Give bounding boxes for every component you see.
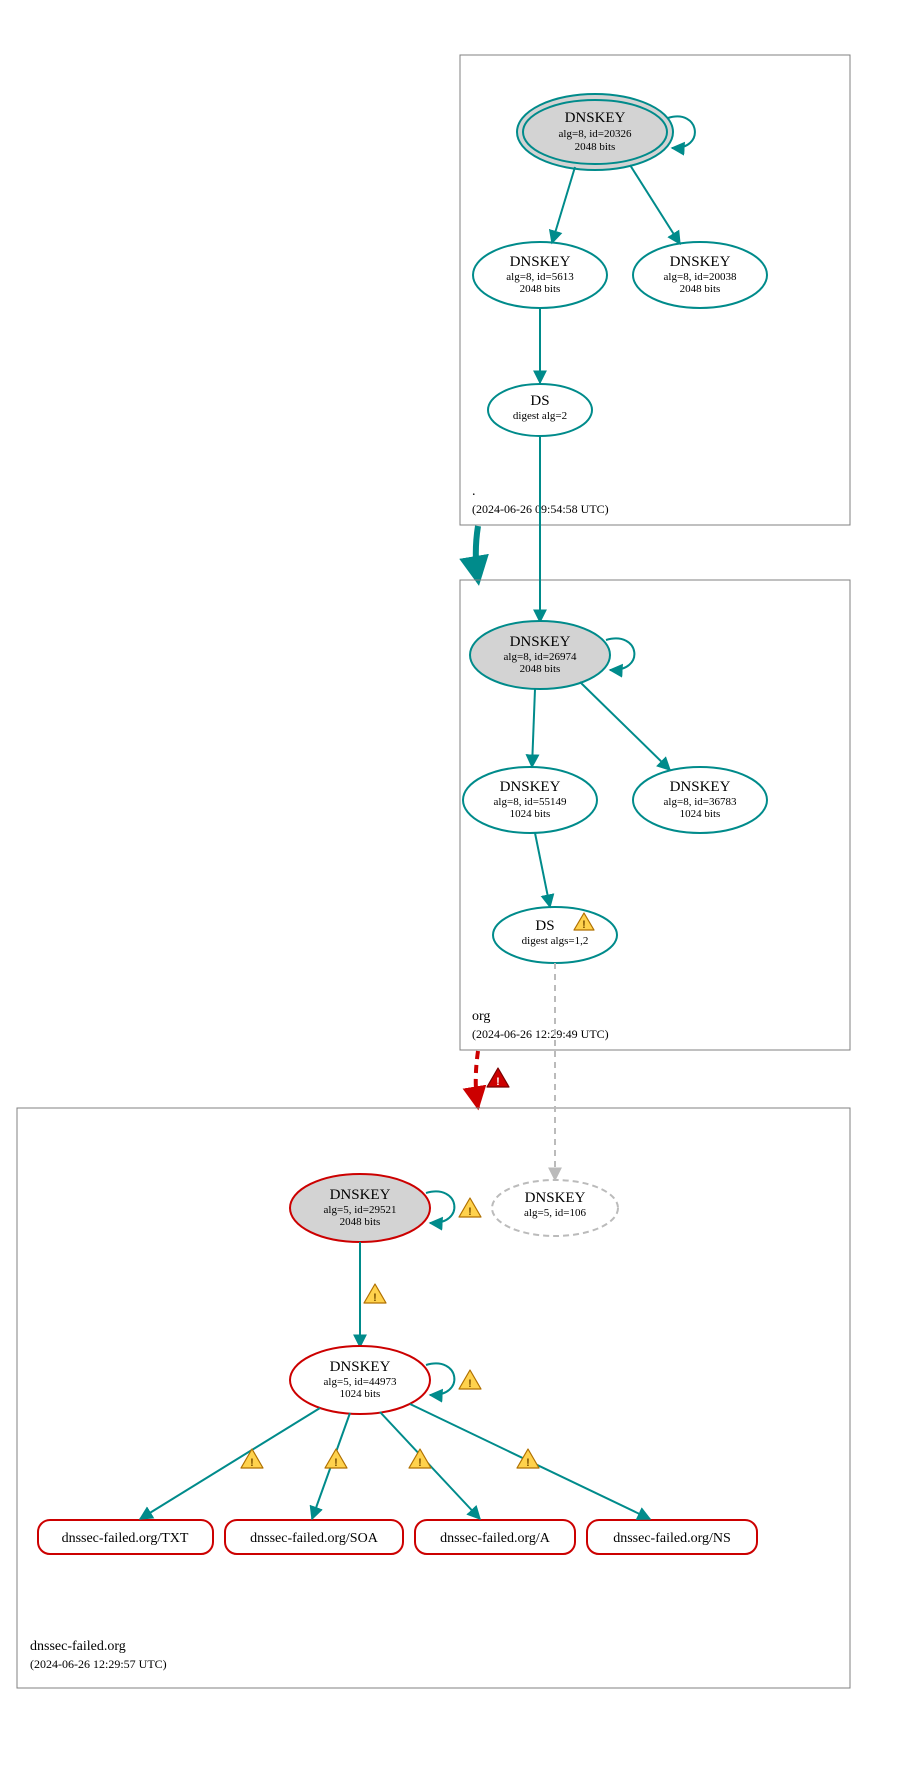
zone-failed-timestamp: (2024-06-26 12:29:57 UTC) bbox=[30, 1657, 167, 1671]
node-failed-gray: DNSKEY alg=5, id=106 bbox=[492, 1180, 618, 1236]
edge-orgksk-zsk1 bbox=[532, 689, 535, 767]
warning-icon: ! bbox=[517, 1449, 539, 1469]
node-failed-ksk: DNSKEY alg=5, id=29521 2048 bits bbox=[290, 1174, 430, 1242]
svg-text:!: ! bbox=[468, 1206, 472, 1218]
zone-org-timestamp: (2024-06-26 12:29:49 UTC) bbox=[472, 1027, 609, 1041]
warning-icon: ! bbox=[409, 1449, 431, 1469]
node-org-zsk2: DNSKEY alg=8, id=36783 1024 bits bbox=[633, 767, 767, 833]
svg-text:alg=5, id=29521: alg=5, id=29521 bbox=[324, 1204, 397, 1216]
node-root-zsk1: DNSKEY alg=8, id=5613 2048 bits bbox=[473, 242, 607, 308]
svg-text:2048 bits: 2048 bits bbox=[575, 141, 616, 153]
svg-text:DNSKEY: DNSKEY bbox=[510, 634, 571, 650]
svg-text:alg=8, id=5613: alg=8, id=5613 bbox=[506, 271, 574, 283]
edge-zsk-txt bbox=[140, 1408, 320, 1519]
warning-icon: ! bbox=[241, 1449, 263, 1469]
warning-icon: ! bbox=[364, 1284, 386, 1304]
zone-root-name: . bbox=[472, 484, 476, 499]
svg-text:alg=5, id=106: alg=5, id=106 bbox=[524, 1207, 586, 1219]
edge-orgksk-zsk2 bbox=[580, 682, 670, 770]
zone-failed-box bbox=[17, 1108, 850, 1688]
svg-text:DS: DS bbox=[530, 393, 549, 409]
zone-failed-name: dnssec-failed.org bbox=[30, 1639, 126, 1654]
svg-text:2048 bits: 2048 bits bbox=[680, 283, 721, 295]
svg-text:alg=8, id=36783: alg=8, id=36783 bbox=[664, 796, 737, 808]
rrset-ns: dnssec-failed.org/NS bbox=[587, 1520, 757, 1554]
node-org-zsk1: DNSKEY alg=8, id=55149 1024 bits bbox=[463, 767, 597, 833]
svg-text:DNSKEY: DNSKEY bbox=[670, 779, 731, 795]
rrset-a: dnssec-failed.org/A bbox=[415, 1520, 575, 1554]
svg-text:1024 bits: 1024 bits bbox=[340, 1388, 381, 1400]
warning-icon: ! bbox=[325, 1449, 347, 1469]
edge-deleg-root-org bbox=[476, 526, 478, 580]
svg-text:dnssec-failed.org/A: dnssec-failed.org/A bbox=[440, 1531, 551, 1546]
svg-text:2048 bits: 2048 bits bbox=[520, 283, 561, 295]
edge-rootksk-zsk2 bbox=[630, 165, 680, 244]
node-org-ds: DS digest algs=1,2 bbox=[493, 907, 617, 963]
svg-text:alg=8, id=55149: alg=8, id=55149 bbox=[494, 796, 567, 808]
svg-text:DS: DS bbox=[535, 918, 554, 934]
svg-text:alg=5, id=44973: alg=5, id=44973 bbox=[324, 1376, 397, 1388]
svg-text:DNSKEY: DNSKEY bbox=[565, 110, 626, 126]
svg-text:2048 bits: 2048 bits bbox=[340, 1216, 381, 1228]
svg-text:dnssec-failed.org/TXT: dnssec-failed.org/TXT bbox=[62, 1531, 189, 1546]
node-failed-zsk: DNSKEY alg=5, id=44973 1024 bits bbox=[290, 1346, 430, 1414]
svg-text:dnssec-failed.org/NS: dnssec-failed.org/NS bbox=[613, 1531, 731, 1546]
svg-text:!: ! bbox=[334, 1457, 338, 1469]
svg-text:DNSKEY: DNSKEY bbox=[525, 1190, 586, 1206]
svg-text:DNSKEY: DNSKEY bbox=[330, 1359, 391, 1375]
svg-text:!: ! bbox=[496, 1076, 500, 1088]
svg-text:!: ! bbox=[582, 919, 586, 931]
svg-text:digest algs=1,2: digest algs=1,2 bbox=[522, 935, 589, 947]
svg-text:!: ! bbox=[373, 1292, 377, 1304]
svg-text:1024 bits: 1024 bits bbox=[680, 808, 721, 820]
svg-text:digest alg=2: digest alg=2 bbox=[513, 410, 567, 422]
edge-orgzsk1-ds bbox=[535, 833, 550, 907]
rrset-soa: dnssec-failed.org/SOA bbox=[225, 1520, 403, 1554]
svg-text:!: ! bbox=[468, 1378, 472, 1390]
error-icon: ! bbox=[487, 1068, 509, 1088]
node-org-ksk: DNSKEY alg=8, id=26974 2048 bits bbox=[470, 621, 610, 689]
svg-text:DNSKEY: DNSKEY bbox=[510, 254, 571, 270]
edge-rootksk-zsk1 bbox=[552, 167, 575, 243]
rrset-txt: dnssec-failed.org/TXT bbox=[38, 1520, 213, 1554]
node-root-zsk2: DNSKEY alg=8, id=20038 2048 bits bbox=[633, 242, 767, 308]
svg-text:1024 bits: 1024 bits bbox=[510, 808, 551, 820]
svg-text:!: ! bbox=[526, 1457, 530, 1469]
svg-text:DNSKEY: DNSKEY bbox=[670, 254, 731, 270]
svg-text:alg=8, id=26974: alg=8, id=26974 bbox=[504, 651, 577, 663]
warning-icon: ! bbox=[459, 1198, 481, 1218]
svg-text:DNSKEY: DNSKEY bbox=[500, 779, 561, 795]
svg-text:!: ! bbox=[418, 1457, 422, 1469]
dnssec-diagram: . (2024-06-26 09:54:58 UTC) DNSKEY alg=8… bbox=[0, 0, 919, 1772]
node-root-ds: DS digest alg=2 bbox=[488, 384, 592, 436]
edge-deleg-org-failed bbox=[476, 1051, 478, 1108]
svg-text:DNSKEY: DNSKEY bbox=[330, 1187, 391, 1203]
zone-org-name: org bbox=[472, 1009, 490, 1024]
node-root-ksk: DNSKEY alg=8, id=20326 2048 bits bbox=[517, 94, 673, 170]
svg-text:alg=8, id=20326: alg=8, id=20326 bbox=[559, 128, 632, 140]
svg-text:alg=8, id=20038: alg=8, id=20038 bbox=[664, 271, 737, 283]
svg-text:!: ! bbox=[250, 1457, 254, 1469]
svg-text:2048 bits: 2048 bits bbox=[520, 663, 561, 675]
warning-icon: ! bbox=[459, 1370, 481, 1390]
svg-text:dnssec-failed.org/SOA: dnssec-failed.org/SOA bbox=[250, 1531, 379, 1546]
